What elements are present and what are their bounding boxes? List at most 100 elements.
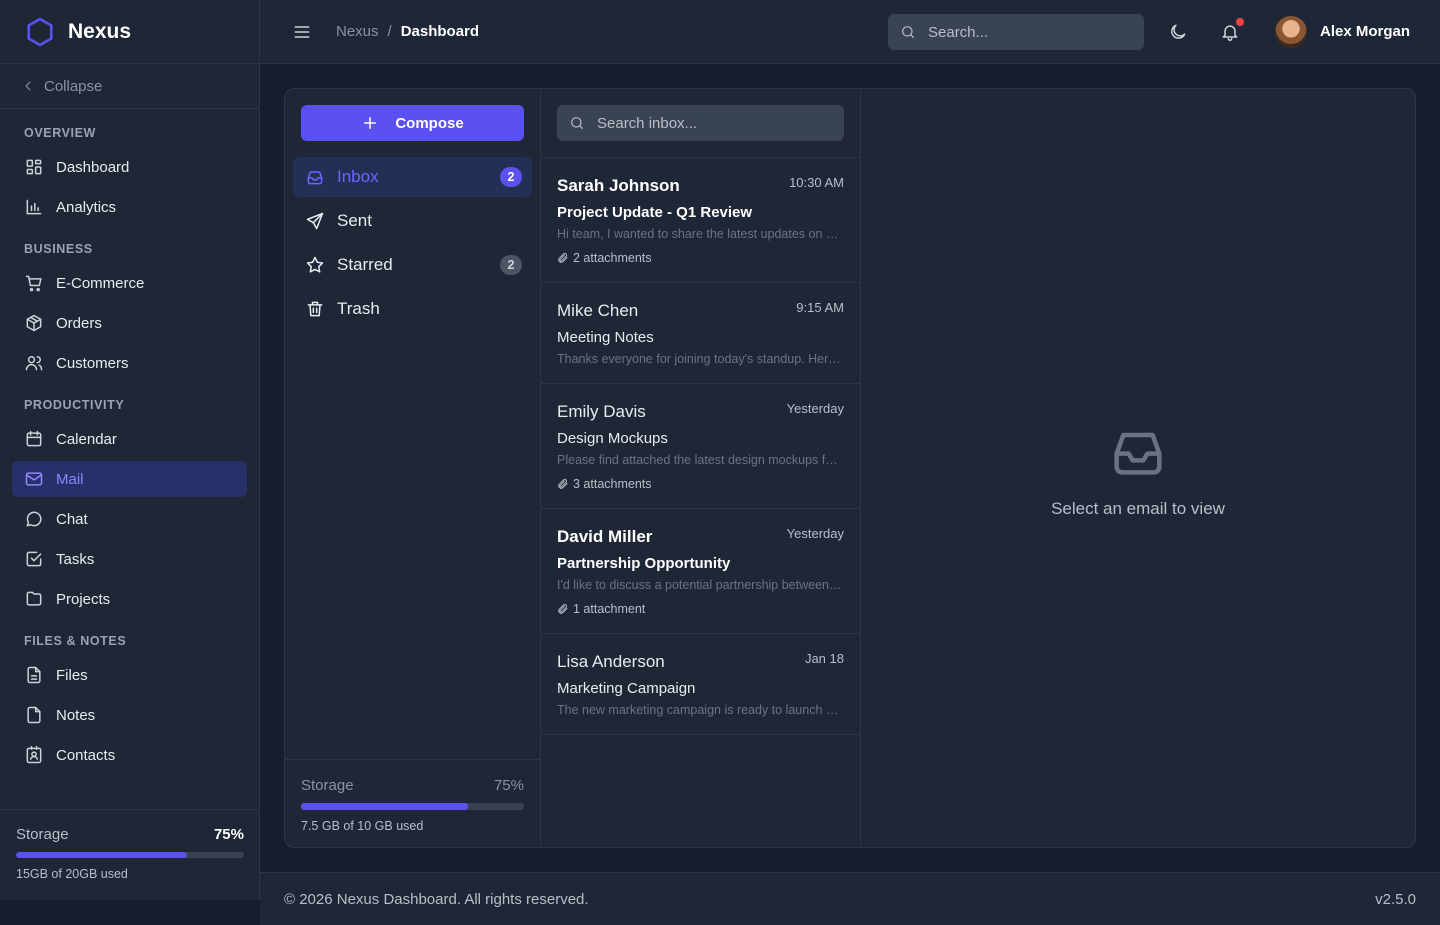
inbox-search-input[interactable]	[597, 114, 837, 132]
hexagon-logo-icon	[24, 16, 56, 48]
sidebar-item-tasks[interactable]: Tasks	[12, 541, 247, 577]
menu-icon[interactable]	[292, 22, 312, 42]
footer-version: v2.5.0	[1375, 890, 1416, 908]
mail-storage-detail: 7.5 GB of 10 GB used	[301, 819, 424, 833]
sidebar-item-label: E-Commerce	[56, 274, 145, 292]
sidebar-item-calendar[interactable]: Calendar	[12, 421, 247, 457]
sidebar-item-chat[interactable]: Chat	[12, 501, 247, 537]
chevron-left-icon	[20, 78, 36, 94]
file-text-icon	[24, 665, 44, 685]
paperclip-icon	[557, 478, 569, 490]
sidebar-item-customers[interactable]: Customers	[12, 345, 247, 381]
email-item[interactable]: Lisa Anderson Jan 18 Marketing Campaign …	[541, 634, 860, 735]
contact-card-icon	[24, 745, 44, 765]
sidebar-item-mail[interactable]: Mail	[12, 461, 247, 497]
global-search[interactable]	[888, 14, 1144, 50]
calendar-icon	[24, 429, 44, 449]
sidebar-item-analytics[interactable]: Analytics	[12, 189, 247, 225]
unread-count-badge: 2	[500, 167, 522, 187]
sidebar-item-label: Analytics	[56, 198, 117, 216]
sidebar-item-contacts[interactable]: Contacts	[12, 737, 247, 773]
email-attachments: 1 attachment	[557, 602, 645, 616]
folder-label: Starred	[337, 255, 393, 274]
attachment-count: 3 attachments	[573, 477, 652, 491]
brand-name: Nexus	[68, 19, 132, 43]
email-subject: Meeting Notes	[557, 329, 654, 346]
collapse-label: Collapse	[44, 77, 103, 95]
compose-button[interactable]: Compose	[301, 105, 524, 141]
storage-percent: 75%	[213, 826, 244, 843]
cart-icon	[24, 273, 44, 293]
email-preview: Please find attached the latest design m…	[557, 453, 844, 467]
email-sender: Lisa Anderson	[557, 652, 665, 671]
sidebar-item-notes[interactable]: Notes	[12, 697, 247, 733]
sidebar-item-files[interactable]: Files	[12, 657, 247, 693]
email-subject: Partnership Opportunity	[557, 555, 731, 572]
sidebar-item-label: Calendar	[56, 430, 117, 448]
email-time: 10:30 AM	[789, 175, 844, 190]
sidebar-storage: Storage 75% 15GB of 20GB used	[0, 809, 260, 900]
folder-inbox[interactable]: Inbox 2	[293, 157, 532, 197]
mail-storage-progress-fill	[301, 803, 469, 810]
collapse-button[interactable]: Collapse	[0, 64, 259, 109]
email-time: Yesterday	[786, 401, 844, 416]
breadcrumb-root[interactable]: Nexus	[336, 23, 379, 40]
sidebar-item-orders[interactable]: Orders	[12, 305, 247, 341]
inbox-icon	[305, 167, 325, 187]
email-attachments: 2 attachments	[557, 251, 652, 265]
avatar[interactable]	[1275, 16, 1307, 48]
email-sender: David Miller	[557, 527, 653, 546]
brand[interactable]: Nexus	[0, 0, 259, 64]
sidebar-item-ecommerce[interactable]: E-Commerce	[12, 265, 247, 301]
folder-label: Trash	[337, 299, 380, 318]
sidebar-section-productivity: PRODUCTIVITY Calendar Mail Chat Tasks Pr…	[0, 395, 259, 617]
folder-icon	[24, 589, 44, 609]
email-item[interactable]: David Miller Yesterday Partnership Oppor…	[541, 509, 860, 634]
email-item[interactable]: Emily Davis Yesterday Design Mockups Ple…	[541, 384, 860, 509]
mail-icon	[24, 469, 44, 489]
section-title: OVERVIEW	[24, 126, 96, 140]
breadcrumb-separator: /	[387, 23, 392, 40]
plus-icon	[361, 114, 379, 132]
email-preview: Hi team, I wanted to share the latest up…	[557, 227, 844, 241]
global-search-input[interactable]	[928, 23, 1128, 41]
chat-icon	[24, 509, 44, 529]
sidebar-item-label: Projects	[56, 590, 111, 608]
folder-starred[interactable]: Starred 2	[293, 245, 532, 285]
email-preview: The new marketing campaign is ready to l…	[557, 703, 844, 717]
starred-count-badge: 2	[500, 255, 522, 275]
email-item[interactable]: Mike Chen 9:15 AM Meeting Notes Thanks e…	[541, 283, 860, 384]
sidebar-item-label: Customers	[56, 354, 129, 372]
sidebar-item-projects[interactable]: Projects	[12, 581, 247, 617]
sidebar-item-label: Notes	[56, 706, 96, 724]
inbox-icon	[1106, 419, 1170, 483]
note-icon	[24, 705, 44, 725]
paperclip-icon	[557, 603, 569, 615]
topbar: Nexus / Dashboard Alex Morgan	[260, 0, 1440, 64]
folder-sent[interactable]: Sent	[293, 201, 532, 241]
email-viewer-pane: Select an email to view	[861, 89, 1415, 847]
mail-storage-progress-bar	[301, 803, 524, 810]
folder-list: Inbox 2 Sent Starred 2 Trash	[293, 157, 532, 333]
folder-label: Inbox	[337, 167, 379, 186]
email-attachments: 3 attachments	[557, 477, 652, 491]
email-item[interactable]: Sarah Johnson 10:30 AM Project Update - …	[541, 158, 860, 283]
moon-icon[interactable]	[1168, 22, 1188, 42]
email-time: 9:15 AM	[796, 300, 844, 315]
mail-app: Compose Inbox 2 Sent Starred 2 Trash Sto…	[284, 88, 1416, 848]
storage-label: Storage	[16, 826, 69, 843]
email-time: Jan 18	[804, 651, 844, 666]
user-name[interactable]: Alex Morgan	[1320, 23, 1410, 40]
storage-progress-bar	[16, 852, 244, 858]
attachment-count: 2 attachments	[573, 251, 652, 265]
sidebar-section-business: BUSINESS E-Commerce Orders Customers	[0, 239, 259, 381]
folder-trash[interactable]: Trash	[293, 289, 532, 329]
sidebar-item-dashboard[interactable]: Dashboard	[12, 149, 247, 185]
bar-chart-icon	[24, 197, 44, 217]
storage-progress-fill	[16, 852, 187, 858]
sidebar-section-overview: OVERVIEW Dashboard Analytics	[0, 123, 259, 225]
sidebar-item-label: Mail	[56, 470, 84, 488]
email-list: Sarah Johnson 10:30 AM Project Update - …	[541, 157, 860, 735]
inbox-search[interactable]	[557, 105, 844, 141]
mail-storage-percent: 75%	[493, 777, 524, 794]
